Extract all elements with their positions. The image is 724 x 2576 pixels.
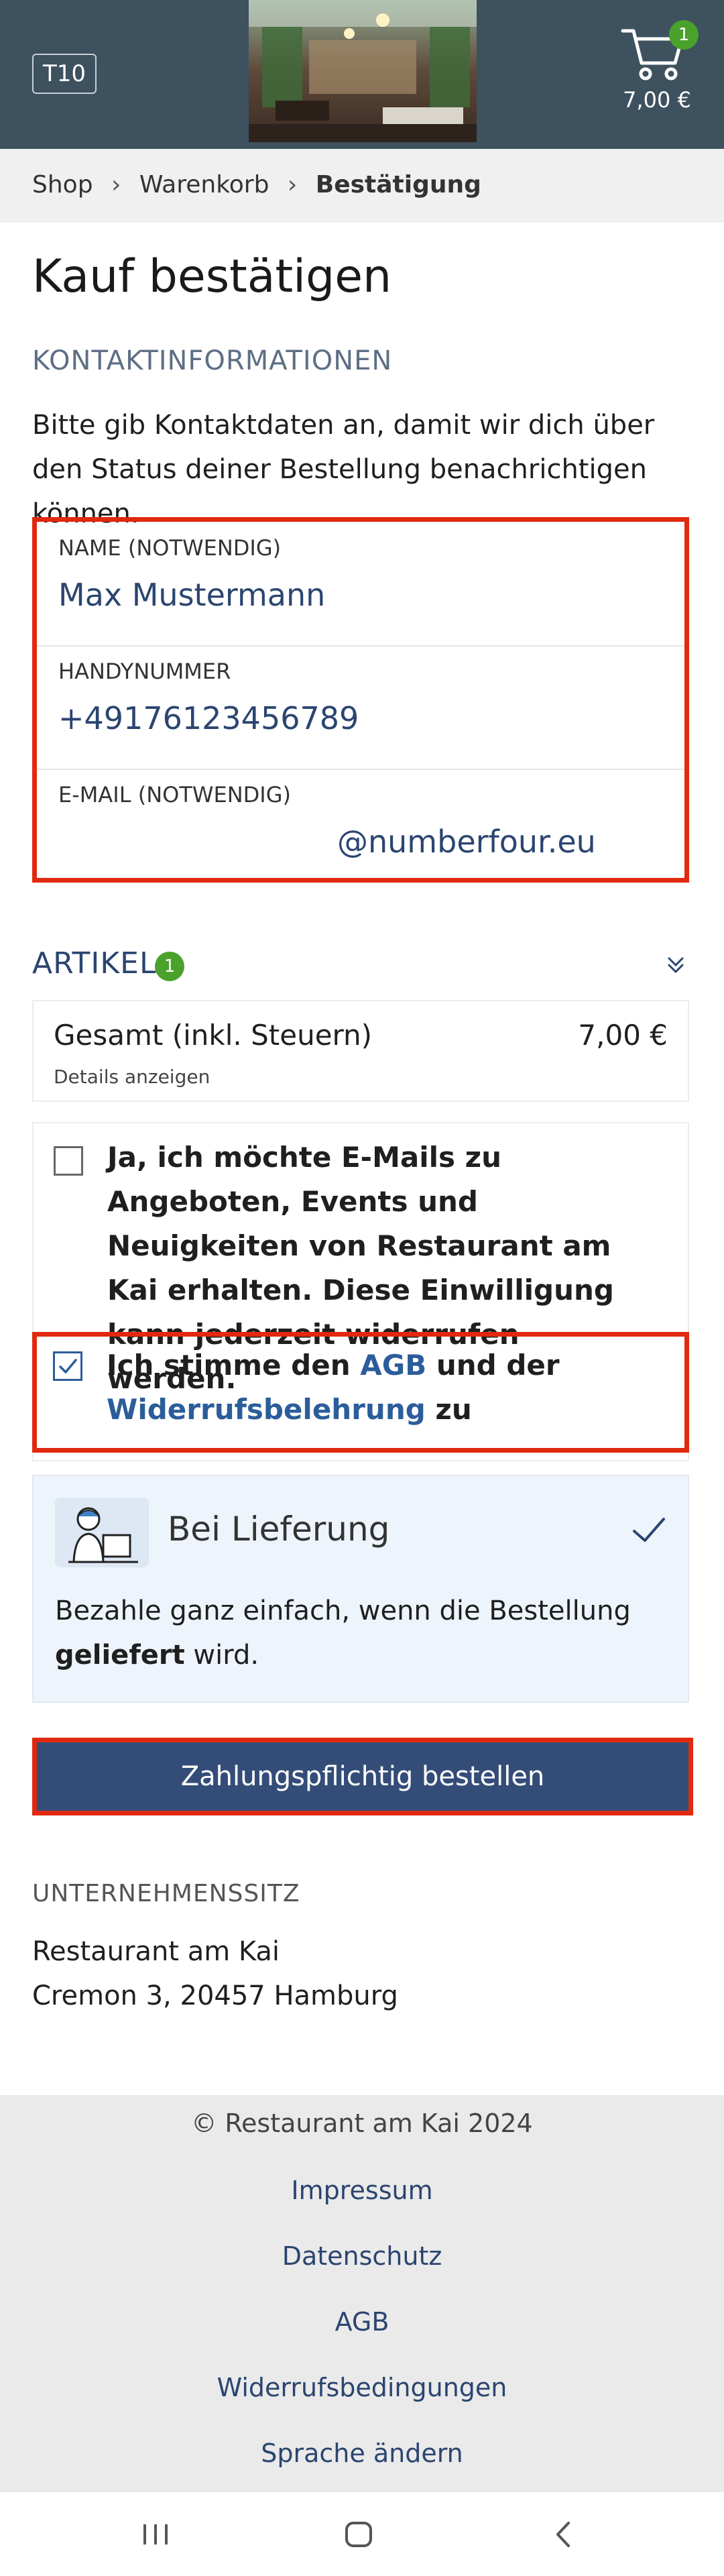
company-address: Restaurant am Kai Cremon 3, 20457 Hambur… xyxy=(32,1929,398,2018)
copyright: © Restaurant am Kai 2024 xyxy=(191,2109,533,2138)
company-section-title: UNTERNEHMENSSITZ xyxy=(32,1880,300,1907)
order-total-card: Gesamt (inkl. Steuern) 7,00 € Details an… xyxy=(32,1000,689,1102)
footer-link-agb[interactable]: AGB xyxy=(0,2307,724,2337)
system-navigation-bar xyxy=(0,2492,724,2576)
show-details-link[interactable]: Details anzeigen xyxy=(54,1066,210,1088)
contact-section-title: KONTAKTINFORMATIONEN xyxy=(32,345,393,376)
contact-intro: Bitte gib Kontaktdaten an, damit wir dic… xyxy=(32,410,655,529)
home-icon[interactable] xyxy=(339,2518,379,2551)
breadcrumb-current: Bestätigung xyxy=(315,171,481,199)
articles-toggle[interactable]: ARTIKEL 1 xyxy=(32,946,689,1000)
email-input[interactable]: @numberfour.eu xyxy=(337,824,596,860)
name-input[interactable]: Max Mustermann xyxy=(58,577,325,613)
payment-desc-prefix: Bezahle ganz einfach, wenn die Bestellun… xyxy=(55,1595,631,1626)
phone-field[interactable]: HANDYNUMMER +49176123456789 xyxy=(37,645,684,770)
payment-description: Bezahle ganz einfach, wenn die Bestellun… xyxy=(55,1589,658,1677)
footer-link-widerruf[interactable]: Widerrufsbedingungen xyxy=(0,2373,724,2402)
table-number-badge: T10 xyxy=(32,54,97,94)
name-field[interactable]: NAME (NOTWENDIG) Max Mustermann xyxy=(37,522,684,647)
cart-total: 7,00 € xyxy=(623,87,691,113)
agb-text-middle: und der xyxy=(426,1349,560,1382)
footer-link-datenschutz[interactable]: Datenschutz xyxy=(0,2241,724,2271)
company-street: Cremon 3, 20457 Hamburg xyxy=(32,1980,398,2011)
articles-count-badge: 1 xyxy=(155,952,184,981)
double-chevron-down-icon xyxy=(668,957,684,974)
phone-label: HANDYNUMMER xyxy=(58,659,231,684)
email-label: E-MAIL (NOTWENDIG) xyxy=(58,782,292,807)
agb-text-suffix: zu xyxy=(425,1393,472,1426)
place-order-button[interactable]: Zahlungspflichtig bestellen xyxy=(32,1738,693,1815)
breadcrumb-separator: › xyxy=(111,171,121,199)
total-value: 7,00 € xyxy=(578,1019,668,1052)
breadcrumb-shop[interactable]: Shop xyxy=(32,171,93,199)
articles-title: ARTIKEL xyxy=(32,946,157,981)
agb-consent-text: Ich stimme den AGB und der Widerrufsbeleh… xyxy=(107,1343,656,1432)
agb-consent: Ich stimme den AGB und der Widerrufsbeleh… xyxy=(32,1332,689,1453)
agb-link[interactable]: AGB xyxy=(360,1349,426,1382)
page-footer: © Restaurant am Kai 2024 Impressum Daten… xyxy=(0,2095,724,2492)
recent-apps-icon[interactable] xyxy=(135,2518,176,2551)
breadcrumb-cart[interactable]: Warenkorb xyxy=(139,171,269,199)
breadcrumb-separator: › xyxy=(287,171,298,199)
app-header: T10 1 7,00 € xyxy=(0,0,724,149)
payment-title: Bei Lieferung xyxy=(168,1510,390,1549)
page-title: Kauf bestätigen xyxy=(32,250,392,303)
restaurant-image xyxy=(249,0,477,142)
total-label: Gesamt (inkl. Steuern) xyxy=(54,1019,373,1052)
footer-link-impressum[interactable]: Impressum xyxy=(0,2176,724,2205)
breadcrumb: Shop › Warenkorb › Bestätigung xyxy=(0,149,724,222)
name-label: NAME (NOTWENDIG) xyxy=(58,535,282,561)
footer-link-language[interactable]: Sprache ändern xyxy=(0,2439,724,2468)
agb-checkbox[interactable] xyxy=(53,1351,82,1381)
payment-desc-suffix: wird. xyxy=(184,1640,259,1671)
widerruf-link[interactable]: Widerrufsbelehrung xyxy=(107,1393,426,1426)
email-field[interactable]: E-MAIL (NOTWENDIG) @numberfour.eu xyxy=(37,769,684,878)
back-icon[interactable] xyxy=(544,2518,585,2551)
payment-option-on-delivery[interactable]: Bei Lieferung Bezahle ganz einfach, wenn… xyxy=(32,1475,689,1703)
cart-count-badge: 1 xyxy=(669,20,699,50)
delivery-person-icon xyxy=(55,1498,149,1567)
selected-check-icon xyxy=(633,1518,665,1542)
contact-form: NAME (NOTWENDIG) Max Mustermann HANDYNUM… xyxy=(32,517,689,883)
phone-input[interactable]: +49176123456789 xyxy=(58,700,359,736)
newsletter-checkbox[interactable] xyxy=(54,1146,83,1176)
cart-button[interactable]: 1 7,00 € xyxy=(613,13,701,121)
agb-text-prefix: Ich stimme den xyxy=(107,1349,361,1382)
checkmark-icon xyxy=(59,1359,77,1374)
company-name: Restaurant am Kai xyxy=(32,1936,280,1967)
payment-desc-bold: geliefert xyxy=(55,1640,185,1671)
